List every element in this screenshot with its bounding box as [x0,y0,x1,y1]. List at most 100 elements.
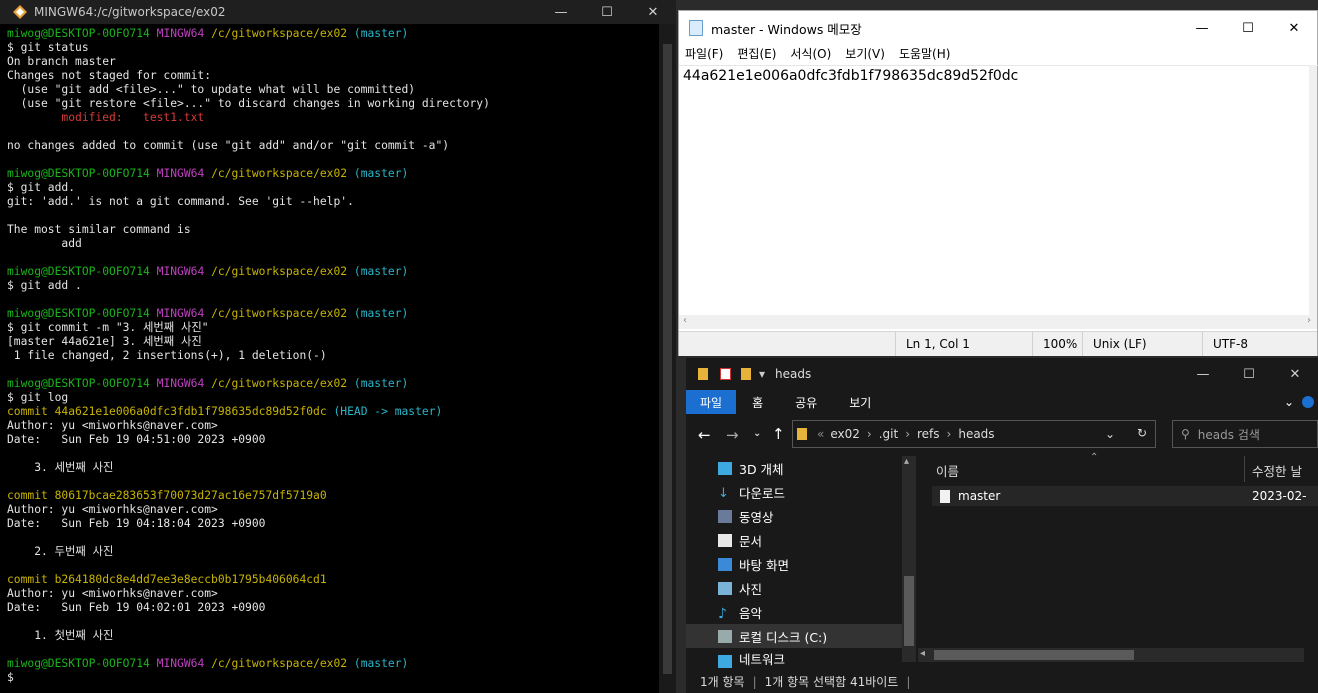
scroll-left-icon[interactable]: ◂ [920,648,925,659]
prompt-line: miwog@DESKTOP-0OFO714 MINGW64 /c/gitwork… [7,265,409,278]
navigation-pane: 3D 개체 ↓ 다운로드 동영상 문서 바탕 화면 사진 ♪ 음악 로컬 디스크 (… [686,456,916,668]
notepad-menubar: 파일(F) 편집(E) 서식(O) 보기(V) 도움말(H) [679,45,1317,63]
quick-access-dropdown-icon[interactable]: ▾ [759,367,765,381]
prompt-line: miwog@DESKTOP-0OFO714 MINGW64 /c/gitwork… [7,27,409,40]
prompt-line: miwog@DESKTOP-0OFO714 MINGW64 /c/gitwork… [7,377,409,390]
prompt-line: miwog@DESKTOP-0OFO714 MINGW64 /c/gitwork… [7,167,409,180]
ribbon-tab-view[interactable]: 보기 [833,394,887,411]
nav-item-downloads[interactable]: ↓ 다운로드 [686,480,916,504]
music-icon: ♪ [718,605,727,622]
list-horizontal-scrollbar[interactable]: ◂ [918,648,1304,662]
search-box[interactable]: ⚲ heads 검색 [1172,420,1318,448]
ribbon-tab-home[interactable]: 홈 [736,394,779,411]
breadcrumb-git[interactable]: .git [879,427,898,441]
nav-item-3d-objects[interactable]: 3D 개체 [686,456,916,480]
forward-arrow-icon[interactable]: → [726,426,739,444]
back-arrow-icon[interactable]: ← [698,426,711,444]
minimize-button[interactable]: — [538,0,584,24]
terminal-scrollbar[interactable] [659,24,676,693]
file-modified: 2023-02- [1252,489,1307,503]
file-row[interactable]: master 2023-02- [932,486,1318,506]
menu-file[interactable]: 파일(F) [685,45,723,63]
item-count: 1개 항목 [700,675,745,689]
maximize-button[interactable]: ☐ [1225,11,1271,45]
nav-item-pictures[interactable]: 사진 [686,576,916,600]
nav-item-network[interactable]: 네트워크 [686,648,916,668]
menu-view[interactable]: 보기(V) [845,45,885,63]
scroll-left-icon[interactable]: ‹ [683,315,687,326]
explorer-window[interactable]: ▾ heads — ☐ ✕ 파일 홈 공유 보기 ⌄ ← → ⌄ ↑ « ex0… [686,358,1318,693]
nav-item-music[interactable]: ♪ 음악 [686,600,916,624]
folder-icon [698,368,708,380]
sort-indicator-icon: ⌃ [1090,452,1099,463]
scrollbar-thumb[interactable] [663,44,672,674]
nav-item-local-disk[interactable]: 로컬 디스크 (C:) [686,624,916,648]
minimize-button[interactable]: — [1180,362,1226,386]
nav-item-desktop[interactable]: 바탕 화면 [686,552,916,576]
column-modified[interactable]: 수정한 날 [1252,461,1302,480]
close-button[interactable]: ✕ [1271,11,1317,45]
menu-help[interactable]: 도움말(H) [899,45,951,63]
file-list: 이름 ⌃ 수정한 날 master 2023-02- ◂ [918,452,1318,662]
breadcrumb-refs[interactable]: refs [917,427,940,441]
nav-scrollbar-thumb[interactable] [904,576,914,646]
terminal-titlebar[interactable]: MINGW64:/c/gitworkspace/ex02 — ☐ ✕ [0,0,676,24]
ribbon-expand-icon[interactable]: ⌄ [1276,395,1302,409]
close-button[interactable]: ✕ [1272,362,1318,386]
close-button[interactable]: ✕ [630,0,676,24]
notepad-vertical-scrollbar[interactable] [1309,65,1317,315]
help-icon[interactable] [1302,396,1314,408]
notepad-icon [689,20,703,36]
explorer-statusbar: 1개 항목 | 1개 항목 선택함 41바이트 | [700,674,911,690]
ribbon-tab-file[interactable]: 파일 [686,390,737,414]
scroll-right-icon[interactable]: › [1307,315,1311,326]
notepad-text-area[interactable]: 44a621e1e006a0dfc3fdb1f798635dc89d52f0dc [679,65,1318,320]
terminal-title: MINGW64:/c/gitworkspace/ex02 [34,5,226,19]
breadcrumb-ex02[interactable]: ex02 [830,427,860,441]
download-icon: ↓ [718,485,729,501]
list-scrollbar-thumb[interactable] [934,650,1134,660]
picture-icon [718,581,732,595]
minimize-button[interactable]: — [1179,11,1225,45]
notepad-horizontal-scrollbar[interactable]: ‹ › [679,315,1317,329]
scroll-up-icon[interactable]: ▴ [904,456,909,467]
notepad-titlebar[interactable]: master - Windows 메모장 — ☐ ✕ [679,11,1317,45]
notepad-statusbar: Ln 1, Col 1 100% Unix (LF) UTF-8 [679,331,1317,356]
terminal-window[interactable]: MINGW64:/c/gitworkspace/ex02 — ☐ ✕ miwog… [0,0,676,693]
network-icon [718,655,732,668]
file-icon [940,489,950,503]
3d-objects-icon [718,461,732,475]
column-name[interactable]: 이름 [936,461,959,480]
notepad-window[interactable]: master - Windows 메모장 — ☐ ✕ 파일(F) 편집(E) 서… [678,10,1318,356]
git-bash-icon [13,5,27,19]
maximize-button[interactable]: ☐ [1226,362,1272,386]
address-folder-icon [797,428,807,440]
column-headers: 이름 ⌃ 수정한 날 [918,452,1318,482]
menu-edit[interactable]: 편집(E) [737,45,776,63]
new-folder-icon[interactable] [741,368,751,380]
breadcrumb-heads[interactable]: heads [958,427,994,441]
explorer-titlebar[interactable]: ▾ heads — ☐ ✕ [686,358,1318,390]
prompt-line: miwog@DESKTOP-0OFO714 MINGW64 /c/gitwork… [7,307,409,320]
maximize-button[interactable]: ☐ [584,0,630,24]
recent-dropdown-icon[interactable]: ⌄ [753,428,761,439]
ribbon-tab-share[interactable]: 공유 [779,394,833,411]
notepad-title: master - Windows 메모장 [711,21,862,37]
refresh-icon[interactable]: ↻ [1137,426,1147,440]
nav-scrollbar[interactable]: ▴ [902,456,916,662]
drive-icon [718,629,732,643]
file-name: master [958,489,1001,503]
address-dropdown-icon[interactable]: ⌄ [1105,427,1115,441]
search-placeholder: heads 검색 [1197,427,1260,442]
cursor-position: Ln 1, Col 1 [895,332,1032,356]
line-ending: Unix (LF) [1082,332,1202,356]
up-arrow-icon[interactable]: ↑ [772,425,785,443]
nav-item-documents[interactable]: 문서 [686,528,916,552]
selection-info: 1개 항목 선택함 41바이트 [764,675,899,689]
menu-format[interactable]: 서식(O) [790,45,831,63]
address-bar[interactable]: « ex02 › .git › refs › heads ⌄ ↻ [792,420,1156,448]
terminal-output[interactable]: miwog@DESKTOP-0OFO714 MINGW64 /c/gitwork… [0,24,676,685]
properties-icon[interactable] [720,368,731,380]
explorer-title: heads [775,367,812,381]
nav-item-videos[interactable]: 동영상 [686,504,916,528]
